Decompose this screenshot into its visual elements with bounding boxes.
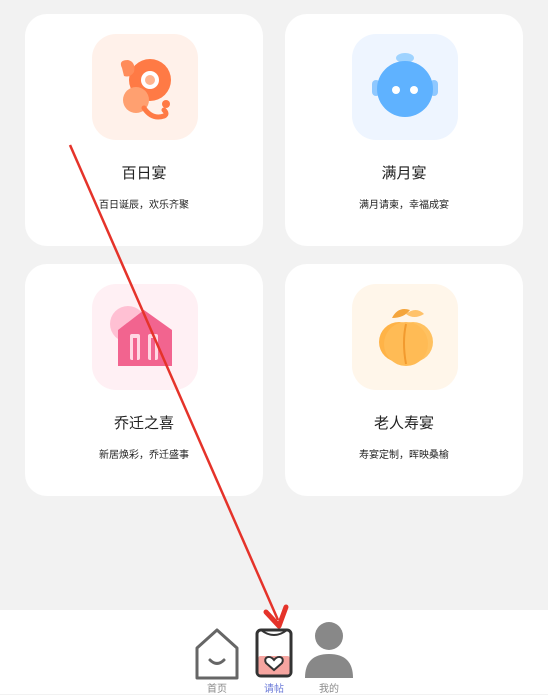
card-title: 老人寿宴 [373, 414, 434, 432]
card-elder-birthday[interactable]: 老人寿宴 寿宴定制，晖映桑榆 [285, 264, 523, 496]
invitation-icon [255, 626, 293, 684]
card-housewarming[interactable]: 乔迁之喜 新居焕彩，乔迁盛事 [25, 264, 263, 496]
card-title: 百日宴 [121, 164, 167, 182]
tab-profile[interactable]: 我的 [301, 620, 357, 695]
card-title: 乔迁之喜 [113, 414, 174, 432]
tab-invitation[interactable]: 请帖 [246, 620, 302, 695]
baby-face-icon [352, 34, 458, 140]
card-subtitle: 寿宴定制，晖映桑榆 [359, 450, 449, 461]
tab-label-home: 首页 [207, 684, 227, 695]
house-icon [92, 284, 198, 390]
peach-icon [352, 284, 458, 390]
card-full-month[interactable]: 满月宴 满月请柬，幸福成宴 [285, 14, 523, 246]
profile-icon [303, 620, 355, 684]
card-baby-100-days[interactable]: 百日宴 百日诞辰，欢乐齐聚 [25, 14, 263, 246]
card-subtitle: 满月请柬，幸福成宴 [359, 200, 449, 211]
card-subtitle: 新居焕彩，乔迁盛事 [99, 450, 189, 461]
tab-label-invitation: 请帖 [264, 684, 284, 695]
card-subtitle: 百日诞辰，欢乐齐聚 [99, 200, 189, 211]
card-title: 满月宴 [381, 164, 427, 182]
bottom-tab-bar: 首页 请帖 我的 [0, 610, 548, 695]
home-icon [193, 622, 241, 684]
tab-home[interactable]: 首页 [189, 620, 245, 695]
tab-label-profile: 我的 [319, 684, 339, 695]
baby-rattle-icon [92, 34, 198, 140]
